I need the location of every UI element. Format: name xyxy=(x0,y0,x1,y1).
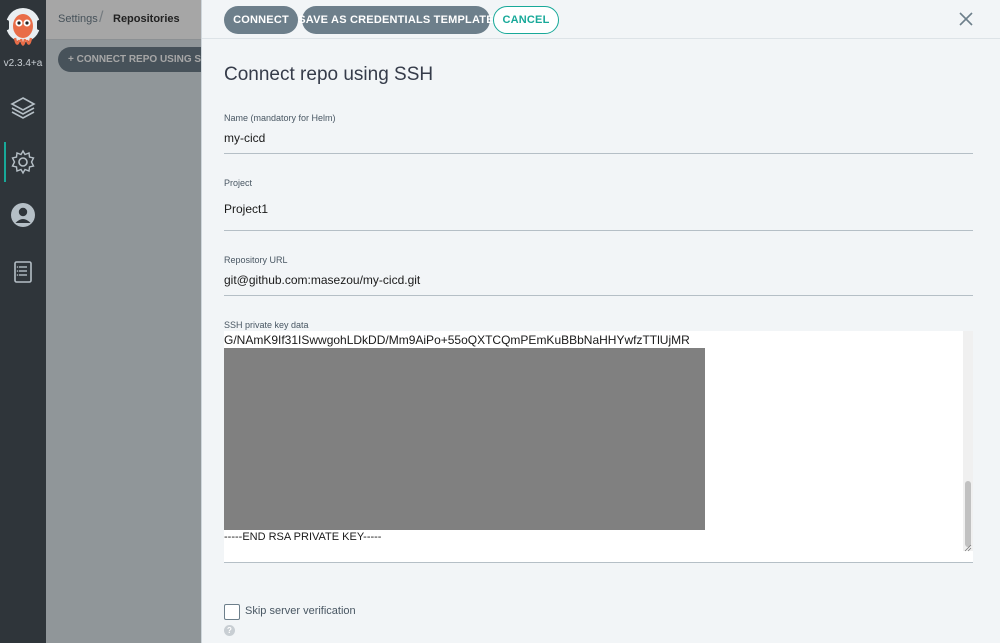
name-field-label: Name (mandatory for Helm) xyxy=(224,113,336,123)
layers-icon xyxy=(10,97,36,119)
version-label: v2.3.4+a xyxy=(3,58,43,69)
help-icon[interactable]: ? xyxy=(224,625,235,636)
left-nav: v2.3.4+a xyxy=(0,0,46,643)
panel-header: CONNECT SAVE AS CREDENTIALS TEMPLATE CAN… xyxy=(202,0,1000,39)
redacted-key-block xyxy=(224,348,705,530)
ssh-key-field-label: SSH private key data xyxy=(224,320,309,330)
panel-title: Connect repo using SSH xyxy=(224,64,434,85)
cancel-button[interactable]: CANCEL xyxy=(493,6,559,34)
connect-button[interactable]: CONNECT xyxy=(224,6,298,34)
backdrop-overlay[interactable] xyxy=(46,0,201,643)
ssh-key-underline xyxy=(224,562,973,563)
repo-url-input[interactable]: git@github.com:masezou/my-cicd.git xyxy=(224,273,420,287)
name-input-underline xyxy=(224,153,973,154)
gear-icon xyxy=(11,149,35,175)
nav-item-applications[interactable] xyxy=(0,88,46,128)
ssh-key-end-line: -----END RSA PRIVATE KEY----- xyxy=(224,531,382,543)
connect-repo-panel: CONNECT SAVE AS CREDENTIALS TEMPLATE CAN… xyxy=(201,0,1000,643)
docs-icon xyxy=(14,261,32,283)
nav-item-documentation[interactable] xyxy=(0,252,46,292)
name-input[interactable]: my-cicd xyxy=(224,131,265,145)
resize-handle-icon[interactable] xyxy=(964,544,972,552)
save-as-credentials-template-button[interactable]: SAVE AS CREDENTIALS TEMPLATE xyxy=(298,6,494,34)
textarea-scrollbar-thumb[interactable] xyxy=(965,481,971,547)
argo-logo-icon[interactable] xyxy=(4,6,42,50)
ssh-key-first-line: G/NAmK9If31ISwwgohLDkDD/Mm9AiPo+55oQXTCQ… xyxy=(224,333,690,347)
repo-url-field-label: Repository URL xyxy=(224,255,288,265)
close-icon[interactable] xyxy=(957,10,975,28)
repo-url-input-underline xyxy=(224,295,973,296)
skip-server-verification-label[interactable]: Skip server verification xyxy=(245,605,356,617)
ssh-key-textarea[interactable]: G/NAmK9If31ISwwgohLDkDD/Mm9AiPo+55oQXTCQ… xyxy=(224,331,973,562)
user-icon xyxy=(11,203,35,227)
skip-server-verification-checkbox[interactable] xyxy=(224,604,240,620)
project-field-label: Project xyxy=(224,178,253,188)
textarea-scrollbar[interactable] xyxy=(963,331,973,551)
project-select[interactable]: Project1 xyxy=(224,202,268,216)
project-select-underline xyxy=(224,230,973,231)
nav-item-settings[interactable] xyxy=(0,142,46,182)
nav-item-user-info[interactable] xyxy=(0,195,46,235)
